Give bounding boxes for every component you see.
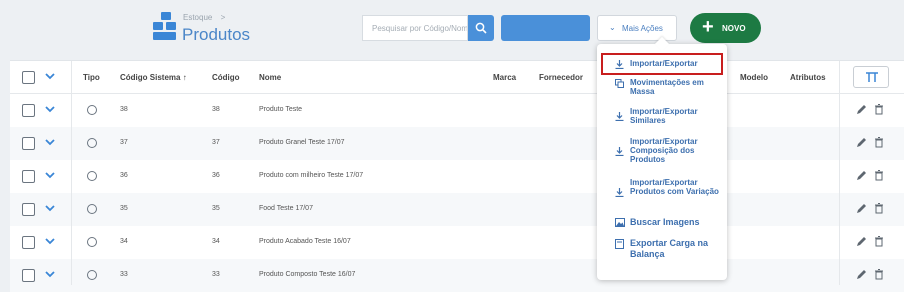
col-header-tipo[interactable]: Tipo	[83, 73, 100, 82]
menu-item-label: Buscar Imagens	[630, 217, 700, 227]
copy-icon	[615, 79, 624, 88]
boxes-logo-icon	[153, 12, 179, 40]
image-icon	[615, 218, 625, 227]
scale-icon	[615, 239, 624, 249]
breadcrumb-separator: >	[220, 13, 226, 22]
col-header-atributos[interactable]: Atributos	[790, 73, 826, 82]
menu-item-label: Importar/Exportar	[630, 59, 698, 68]
breadcrumb-estoque[interactable]: Estoque	[183, 13, 212, 22]
cell-nome: Produto Composto Teste 16/07	[259, 271, 356, 278]
cell-codigo-sistema: 36	[120, 172, 128, 179]
page-title: Produtos	[182, 25, 251, 44]
cell-codigo: 35	[212, 205, 220, 212]
col-header-modelo[interactable]: Modelo	[740, 73, 768, 82]
table-row: 38 38 Produto Teste	[10, 94, 904, 127]
download-icon	[615, 60, 624, 69]
tipo-radio-icon	[87, 138, 97, 148]
download-icon	[615, 147, 624, 156]
cell-nome: Produto Granel Teste 17/07	[259, 139, 345, 146]
cell-codigo-sistema: 35	[120, 205, 128, 212]
tipo-radio-icon	[87, 105, 97, 115]
table-header: Tipo Código Sistema ↑ Código Nome Marca …	[10, 61, 904, 94]
more-actions-label: Mais Ações	[622, 24, 663, 33]
primary-action-button[interactable]	[501, 15, 590, 41]
more-actions-menu: Importar/Exportar Movimentações em Massa…	[597, 44, 727, 280]
search-icon	[475, 22, 487, 34]
top-bar: Estoque > Produtos Pesquisar por Código/…	[0, 0, 904, 58]
col-header-nome[interactable]: Nome	[259, 73, 281, 82]
cell-codigo-sistema: 38	[120, 106, 128, 113]
table-row: 34 34 Produto Acabado Teste 16/07	[10, 226, 904, 259]
tipo-radio-icon	[87, 171, 97, 181]
new-button-label: NOVO	[722, 24, 746, 33]
col-header-marca[interactable]: Marca	[493, 73, 516, 82]
tipo-radio-icon	[87, 204, 97, 214]
cell-codigo-sistema: 37	[120, 139, 128, 146]
col-header-fornecedor[interactable]: Fornecedor	[539, 73, 583, 82]
search-input[interactable]: Pesquisar por Código/Nome	[362, 15, 468, 41]
download-icon	[615, 112, 624, 121]
cell-codigo-sistema: 33	[120, 271, 128, 278]
tipo-radio-icon	[87, 237, 97, 247]
cell-codigo: 37	[212, 139, 220, 146]
download-icon	[615, 188, 624, 197]
cell-nome: Produto Acabado Teste 16/07	[259, 238, 351, 245]
menu-item-label: Importar/Exportar Similares	[630, 107, 698, 125]
cell-codigo: 34	[212, 238, 220, 245]
cell-codigo: 38	[212, 106, 220, 113]
cell-nome: Produto Teste	[259, 106, 303, 113]
menu-item-label: Importar/Exportar Composição dos Produto…	[630, 137, 698, 164]
cell-codigo-sistema: 34	[120, 238, 128, 245]
tipo-radio-icon	[87, 270, 97, 280]
cell-codigo: 36	[212, 172, 220, 179]
col-header-codigo-sistema-label: Código Sistema	[120, 73, 181, 82]
menu-item-label: Exportar Carga na Balança	[630, 238, 709, 259]
chevron-down-icon: ⌄	[609, 23, 616, 32]
cell-codigo: 33	[212, 271, 220, 278]
checkbox-column-divider	[10, 61, 72, 285]
cell-nome: Food Teste 17/07	[259, 205, 313, 212]
menu-item-label: Movimentações em Massa	[630, 78, 704, 96]
sort-asc-icon: ↑	[182, 73, 187, 82]
actions-column-divider	[839, 61, 904, 285]
col-header-codigo-sistema[interactable]: Código Sistema ↑	[120, 73, 187, 82]
more-actions-button[interactable]: ⌄ Mais Ações	[597, 15, 677, 41]
plus-icon: +	[702, 16, 714, 38]
search-button[interactable]	[468, 15, 494, 41]
products-table: Tipo Código Sistema ↑ Código Nome Marca …	[10, 60, 904, 292]
table-row: 37 37 Produto Granel Teste 17/07	[10, 127, 904, 160]
col-header-codigo[interactable]: Código	[212, 73, 240, 82]
cell-nome: Produto com milheiro Teste 17/07	[259, 172, 364, 179]
new-button[interactable]: + NOVO	[690, 13, 761, 43]
menu-item-label: Importar/Exportar Produtos com Variação	[630, 178, 719, 196]
breadcrumb: Estoque >	[183, 13, 225, 22]
table-row: 36 36 Produto com milheiro Teste 17/07	[10, 160, 904, 193]
table-row: 35 35 Food Teste 17/07	[10, 193, 904, 226]
table-row: 33 33 Produto Composto Teste 16/07	[10, 259, 904, 292]
